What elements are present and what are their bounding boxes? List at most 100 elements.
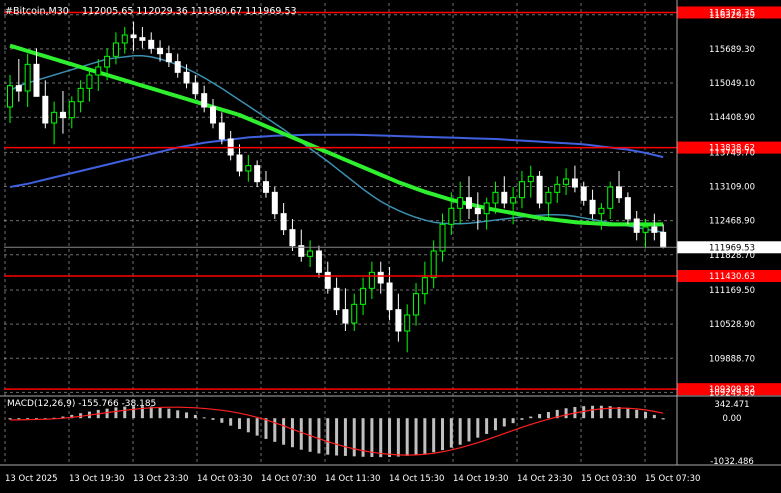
macd-histogram-bar [538,414,542,419]
y-tick-label: 109888.70 [709,354,755,364]
macd-y-tick-label: 0.00 [723,414,742,424]
candle-body [580,186,587,201]
macd-histogram-bar [8,418,12,420]
y-tick-label: 111169.50 [709,286,755,296]
candle-body [24,63,31,92]
macd-histogram-bar [432,418,436,453]
candle-body [642,226,649,233]
macd-histogram-bar [467,418,471,442]
candle-body [51,111,58,124]
y-tick-label: 114408.90 [709,113,755,123]
candle-body [183,71,190,84]
candle-body [633,218,640,233]
candle-body [430,250,437,279]
candle-body [324,271,331,289]
candle-body [7,85,13,108]
candle-body [624,197,631,220]
y-tick-label: 109249.50 [709,388,755,398]
macd-histogram-bar [546,411,550,419]
candle-body [465,197,472,209]
macd-histogram-bar [661,418,665,420]
candle-body [42,95,49,124]
candle-body [121,34,128,44]
candle-body [210,106,217,124]
candle-body [174,61,181,73]
candle-body [157,47,164,55]
candle-body [563,178,570,185]
candle-body [86,74,93,89]
macd-histogram-bar [282,418,286,445]
macd-histogram-bar [290,418,294,448]
candle-body [15,85,22,92]
x-tick-label: 14 Oct 15:30 [389,474,444,484]
candle-body [421,277,428,295]
macd-histogram-bar [591,405,595,419]
macd-histogram-bar [220,418,224,423]
y-tick-label: 113109.00 [709,183,755,193]
candle-body [448,207,455,225]
candle-body [404,314,411,332]
candle-body [68,101,75,119]
candle-body [598,207,605,215]
macd-histogram-bar [644,411,648,419]
macd-histogram-bar [520,418,524,420]
macd-histogram-bar [626,408,630,419]
candle-body [386,282,393,311]
macd-histogram-bar [255,418,259,436]
macd-histogram-bar [564,408,568,419]
candle-body [360,287,367,305]
candle-body [483,202,490,215]
candle-body [130,34,137,39]
macd-histogram-bar [158,407,162,419]
macd-histogram-bar [502,418,506,427]
candle-body [271,191,278,215]
macd-histogram-bar [273,418,277,442]
candle-body [351,303,358,324]
candle-body [413,293,420,316]
candle-body [289,229,296,247]
macd-histogram-bar [370,418,374,457]
candle-body [474,207,481,215]
macd-histogram-bar [317,418,321,454]
macd-histogram-bar [652,414,656,419]
macd-histogram-bar [114,407,118,419]
candle-body [280,213,287,231]
candle-body [112,42,119,57]
candle-body [104,55,111,68]
macd-histogram-bar [617,407,621,419]
candle-body [377,271,384,284]
macd-histogram-bar [202,417,206,419]
y-tick-label: 116329.19 [709,11,755,21]
macd-histogram-bar [414,418,418,456]
macd-y-tick-label: -1032.486 [710,457,754,467]
macd-histogram-bar [476,418,480,438]
macd-histogram-bar [405,418,409,456]
price-level-label: 111430.63 [709,272,755,282]
macd-histogram-bar [343,418,347,456]
candle-body [148,39,155,49]
candle-body [660,231,667,248]
candle-body [262,181,269,193]
candle-body [254,165,261,183]
candle-body [527,175,534,183]
candle-body [33,63,40,97]
ohlc-readout: 112005.65 112029.36 111960.67 111969.53 [82,6,297,17]
y-tick-label: 112468.90 [709,217,755,227]
candle-body [59,111,66,119]
macd-histogram-bar [264,418,268,439]
price-chart-canvas[interactable]: 116372.35113838.62111430.63109309.821119… [0,0,781,489]
macd-histogram-bar [396,418,400,457]
candle-body [307,250,314,257]
macd-histogram-bar [246,418,250,433]
candle-body [395,309,402,332]
symbol-label: #Bitcoin,M30 [5,6,69,17]
trading-chart[interactable]: 116372.35 113838.62 111430.63 109309.82 1119… [0,0,781,489]
macd-histogram-bar [211,418,215,420]
macd-histogram-bar [511,418,515,424]
macd-histogram-bar [441,418,445,451]
candle-body [545,191,552,204]
macd-histogram-bar [167,408,171,419]
macd-histogram-bar [485,418,489,434]
x-tick-label: 13 Oct 2025 [5,474,58,484]
candle-body [554,183,561,193]
